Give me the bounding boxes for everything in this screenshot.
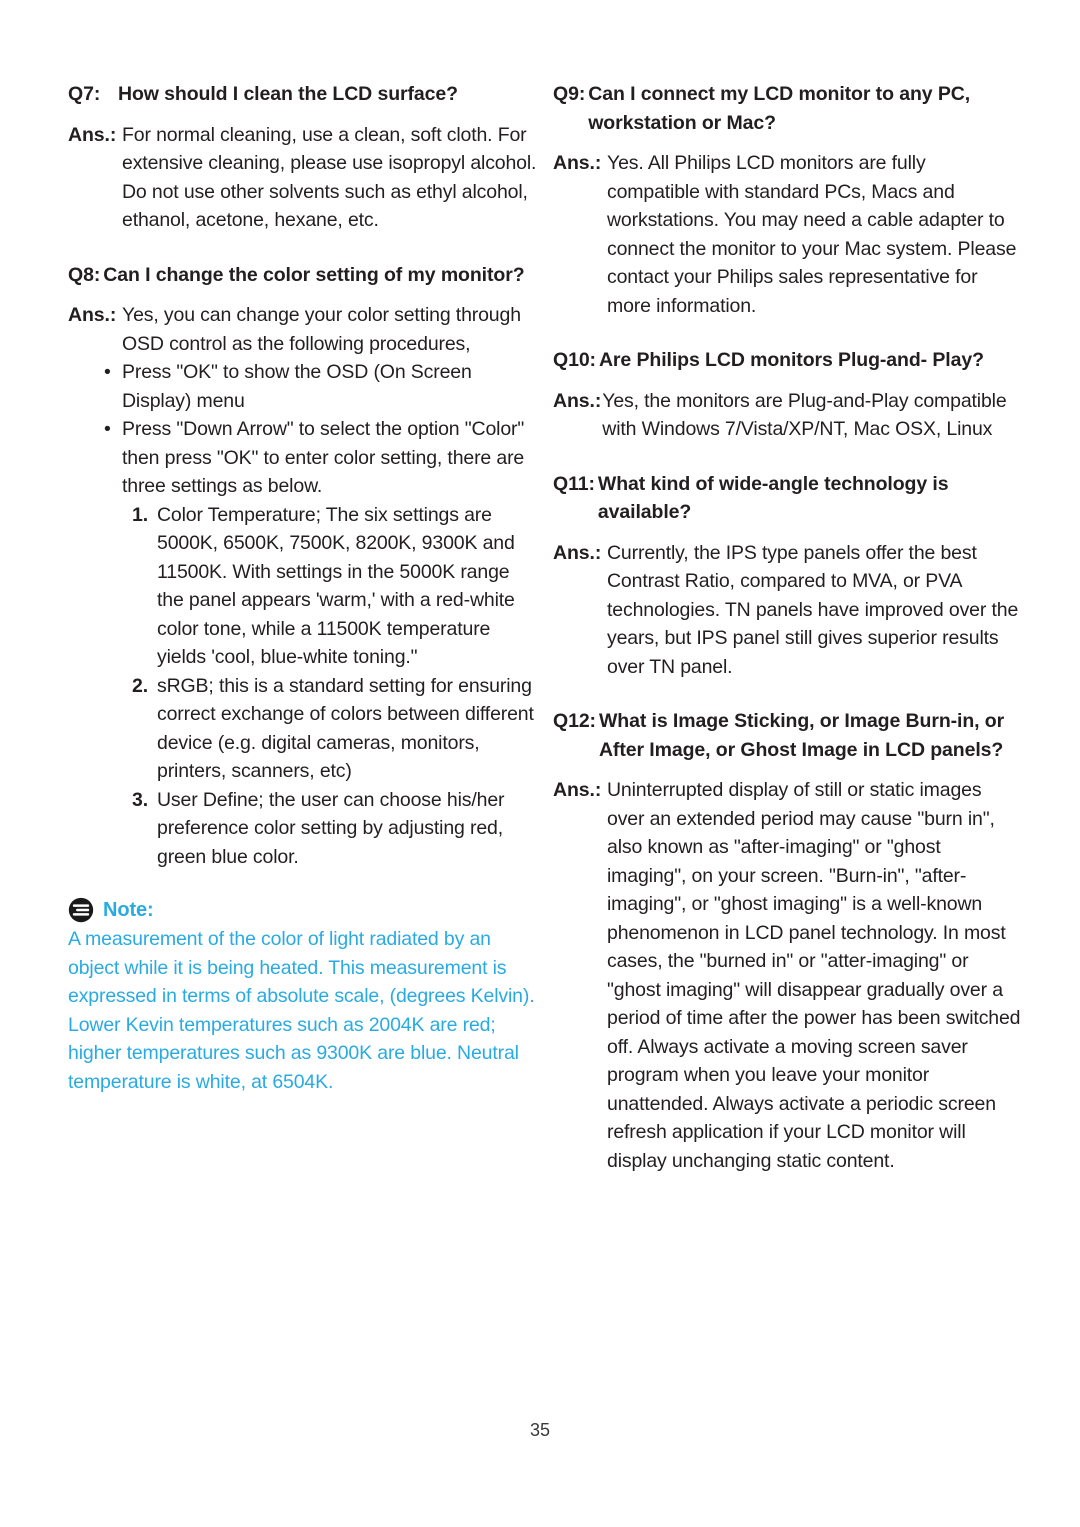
answer-row-q9: Ans.: Yes. All Philips LCD monitors are … [553, 149, 1023, 320]
question-text-q7: How should I clean the LCD surface? [118, 83, 458, 105]
question-row-q12: Q12: What is Image Sticking, or Image Bu… [553, 707, 1023, 764]
question-label-q11: Q11: [553, 472, 595, 495]
question-label-q10: Q10: [553, 349, 596, 371]
list-item-text: sRGB; this is a standard setting for ens… [157, 674, 534, 783]
document-page: Q7: How should I clean the LCD surface? … [0, 0, 1080, 1527]
note-icon [68, 897, 94, 923]
faq-item-q10: Q10: Are Philips LCD monitors Plug-and- … [553, 346, 1023, 444]
question-label-q7: Q7: [68, 83, 101, 105]
list-item-text: User Define; the user can choose his/her… [157, 788, 505, 868]
note-title: Note: [103, 899, 154, 921]
right-column: Q9: Can I connect my LCD monitor to any … [553, 80, 1023, 1201]
note-header: Note: [68, 897, 538, 923]
answer-label-q12: Ans.: [553, 779, 602, 801]
answer-row-q10: Ans.: Yes, the monitors are Plug-and-Pla… [553, 387, 1023, 444]
question-row-q10: Q10: Are Philips LCD monitors Plug-and- … [553, 346, 1023, 375]
list-item: 2. sRGB; this is a standard setting for … [132, 672, 538, 786]
question-text-q12: What is Image Sticking, or Image Burn-in… [598, 710, 1005, 761]
question-text-q10: Are Philips LCD monitors Plug-and- Play? [598, 349, 984, 371]
answer-row-q7: Ans.: For normal cleaning, use a clean, … [68, 121, 538, 235]
answer-label-q10: Ans.: [553, 389, 602, 412]
question-text-q9: Can I connect my LCD monitor to any PC, … [588, 83, 971, 134]
note-body: A measurement of the color of light radi… [68, 928, 535, 1093]
answer-row-q8: Ans.: Yes, you can change your color set… [68, 301, 538, 358]
faq-item-q12: Q12: What is Image Sticking, or Image Bu… [553, 707, 1023, 1175]
page-number: 35 [529, 1420, 551, 1440]
list-item: 3. User Define; the user can choose his/… [132, 786, 538, 872]
question-row-q9: Q9: Can I connect my LCD monitor to any … [553, 80, 1023, 137]
answer-label-q11: Ans.: [553, 541, 602, 564]
answer-row-q12: Ans.: Uninterrupted display of still or … [553, 776, 1023, 1175]
question-label-q8: Q8: [68, 263, 101, 286]
list-item: Press "OK" to show the OSD (On Screen Di… [104, 358, 538, 415]
color-settings-list: 1. Color Temperature; The six settings a… [68, 501, 538, 872]
question-text-q11: What kind of wide-angle technology is av… [597, 472, 949, 524]
answer-text-q11: Currently, the IPS type panels offer the… [607, 541, 1019, 678]
answer-text-q8: Yes, you can change your color setting t… [122, 304, 521, 355]
list-item-number: 2. [132, 674, 148, 697]
faq-item-q8: Q8: Can I change the color setting of my… [68, 261, 538, 872]
faq-item-q9: Q9: Can I connect my LCD monitor to any … [553, 80, 1023, 320]
question-text-q8: Can I change the color setting of my mon… [103, 263, 525, 286]
note-callout: Note: A measurement of the color of ligh… [68, 897, 538, 1096]
answer-text-q12: Uninterrupted display of still or static… [607, 779, 1021, 1172]
list-item-text: Color Temperature; The six settings are … [157, 503, 515, 669]
faq-item-q7: Q7: How should I clean the LCD surface? … [68, 80, 538, 235]
question-row-q11: Q11: What kind of wide-angle technology … [553, 470, 1023, 527]
osd-steps-list: Press "OK" to show the OSD (On Screen Di… [68, 358, 538, 501]
question-row-q8: Q8: Can I change the color setting of my… [68, 261, 538, 290]
answer-text-q9: Yes. All Philips LCD monitors are fully … [607, 152, 1017, 317]
answer-label-q9: Ans.: [553, 152, 602, 174]
question-row-q7: Q7: How should I clean the LCD surface? [68, 80, 538, 109]
answer-label-q7: Ans.: [68, 123, 117, 146]
answer-text-q10: Yes, the monitors are Plug-and-Play comp… [602, 389, 1007, 441]
list-item: 1. Color Temperature; The six settings a… [132, 501, 538, 672]
answer-row-q11: Ans.: Currently, the IPS type panels off… [553, 539, 1023, 682]
question-label-q9: Q9: [553, 83, 586, 105]
answer-label-q8: Ans.: [68, 304, 117, 326]
list-item-number: 3. [132, 788, 148, 811]
faq-item-q11: Q11: What kind of wide-angle technology … [553, 470, 1023, 682]
question-label-q12: Q12: [553, 710, 596, 732]
list-item: Press "Down Arrow" to select the option … [104, 415, 538, 501]
answer-text-q7: For normal cleaning, use a clean, soft c… [122, 123, 537, 232]
left-column: Q7: How should I clean the LCD surface? … [68, 80, 538, 1096]
list-item-number: 1. [132, 503, 148, 526]
